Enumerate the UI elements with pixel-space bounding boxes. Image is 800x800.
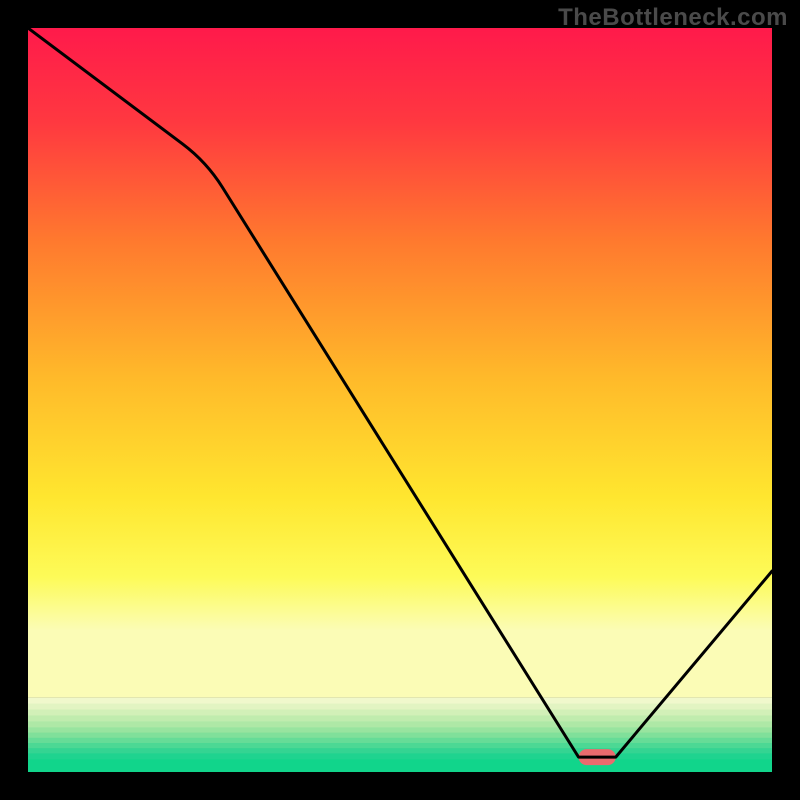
bottom-band bbox=[28, 748, 772, 754]
background-gradient bbox=[28, 28, 772, 698]
bottom-band bbox=[28, 733, 772, 739]
bottom-band bbox=[28, 715, 772, 721]
watermark-text: TheBottleneck.com bbox=[558, 4, 788, 32]
bottom-band bbox=[28, 721, 772, 727]
bottom-band bbox=[28, 710, 772, 716]
bottom-band bbox=[28, 743, 772, 749]
bottom-band bbox=[28, 738, 772, 744]
chart-frame: TheBottleneck.com bbox=[0, 0, 800, 800]
plot-svg bbox=[28, 28, 772, 772]
plot-area bbox=[28, 28, 772, 772]
bottom-band bbox=[28, 727, 772, 733]
bottom-band bbox=[28, 753, 772, 759]
bottom-band bbox=[28, 759, 772, 772]
